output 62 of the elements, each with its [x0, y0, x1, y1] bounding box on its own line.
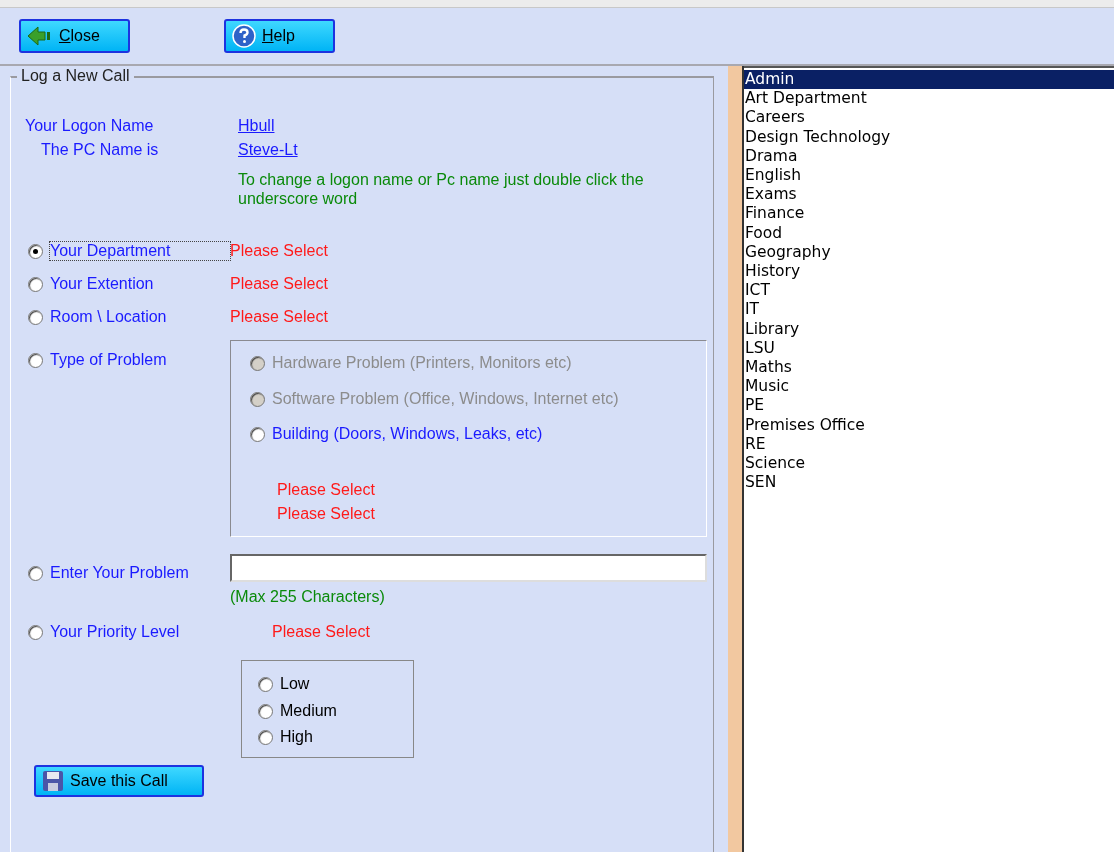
list-item[interactable]: SEN: [744, 473, 1114, 493]
list-item[interactable]: English: [744, 166, 1114, 186]
list-item[interactable]: Drama: [744, 146, 1114, 166]
list-item[interactable]: RE: [744, 434, 1114, 455]
group-title: Log a New Call: [17, 67, 134, 85]
list-item[interactable]: LSU: [744, 338, 1114, 359]
hint-text: To change a logon name or Pc name just double click the underscore word: [238, 170, 645, 208]
list-item[interactable]: History: [744, 262, 1114, 282]
radio-button[interactable]: [28, 310, 43, 325]
toolbar-button[interactable]: Close: [19, 19, 130, 53]
field-label: Your Logon Name: [25, 117, 155, 135]
option-label[interactable]: Type of Problem: [50, 351, 230, 369]
list-item[interactable]: Science: [744, 454, 1114, 474]
help-icon: [232, 24, 256, 48]
option-label[interactable]: High: [280, 728, 313, 746]
save-button[interactable]: Save this Call: [34, 765, 204, 797]
option-label[interactable]: Your Priority Level: [50, 623, 230, 641]
option-label[interactable]: Medium: [280, 701, 337, 720]
radio-button[interactable]: [28, 353, 43, 368]
radio-button[interactable]: [28, 277, 43, 292]
arrow-icon: [27, 26, 53, 46]
radio-button[interactable]: [250, 427, 265, 442]
option-label[interactable]: Your Department: [50, 242, 230, 260]
status-text: Please Select: [230, 308, 328, 326]
list-item[interactable]: Admin: [744, 70, 1114, 90]
radio-button[interactable]: [258, 730, 273, 745]
radio-button[interactable]: [28, 566, 43, 581]
list-item[interactable]: Finance: [744, 204, 1114, 224]
list-item[interactable]: Exams: [744, 185, 1114, 205]
logon-name-link[interactable]: Hbull: [238, 117, 275, 135]
status-text: Please Select: [272, 623, 370, 641]
radio-button[interactable]: [28, 244, 43, 259]
status-text: Please Select: [230, 275, 328, 293]
radio-button[interactable]: [258, 703, 273, 719]
option-label[interactable]: Building (Doors, Windows, Leaks, etc): [272, 425, 543, 443]
status-text: Please Select: [277, 479, 376, 500]
radio-button[interactable]: [258, 677, 273, 692]
input-field[interactable]: [230, 554, 707, 582]
list-item[interactable]: Music: [744, 377, 1114, 397]
toolbar-button[interactable]: Help: [224, 19, 335, 53]
pc-name-link[interactable]: Steve-Lt: [238, 141, 298, 159]
list-item[interactable]: Premises Office: [744, 415, 1114, 435]
option-label[interactable]: Room \ Location: [50, 308, 230, 326]
field-label: The PC Name is: [40, 141, 160, 159]
list-item[interactable]: Maths: [744, 358, 1114, 378]
status-text: Please Select: [277, 503, 376, 524]
option-label[interactable]: Low: [280, 675, 310, 693]
option-label[interactable]: Your Extention: [50, 275, 230, 293]
list-item[interactable]: ICT: [744, 281, 1114, 301]
list-item[interactable]: Library: [744, 319, 1114, 339]
list-item[interactable]: Geography: [744, 242, 1114, 263]
list-item[interactable]: Art Department: [744, 89, 1114, 109]
splitter-bar[interactable]: [728, 66, 744, 852]
list-item[interactable]: PE: [744, 396, 1114, 416]
status-text: Please Select: [230, 242, 328, 260]
list-item[interactable]: Careers: [744, 108, 1114, 128]
list-item[interactable]: Design Technology: [744, 127, 1114, 147]
option-label[interactable]: Enter Your Problem: [50, 564, 230, 582]
radio-button[interactable]: [28, 625, 43, 640]
list-item[interactable]: IT: [744, 300, 1114, 320]
list-item[interactable]: Food: [744, 223, 1114, 243]
note-text: (Max 255 Characters): [230, 588, 386, 606]
